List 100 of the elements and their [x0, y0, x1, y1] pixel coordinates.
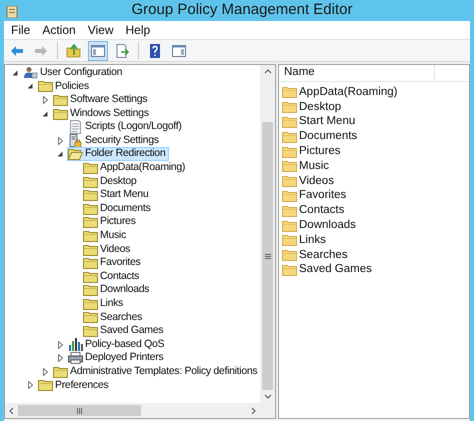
folder-icon: [83, 189, 98, 202]
folder-icon: [282, 160, 297, 172]
collapsed-icon[interactable]: [28, 381, 32, 390]
list-item[interactable]: Videos: [282, 172, 334, 190]
grip-icon: [264, 254, 270, 258]
list-item[interactable]: Pictures: [282, 142, 341, 160]
list-item[interactable]: Contacts: [282, 202, 344, 220]
tree-item[interactable]: Windows Settings: [52, 106, 153, 121]
help-icon: [147, 42, 163, 58]
tree-item[interactable]: Deployed Printers: [67, 351, 168, 366]
tree-item[interactable]: Scripts (Logon/Logoff): [67, 120, 186, 134]
menu-item[interactable]: Action: [37, 21, 81, 39]
list-item[interactable]: Music: [282, 158, 330, 176]
tree-item[interactable]: Searches: [82, 310, 146, 324]
list-item[interactable]: AppData(Roaming): [282, 84, 398, 102]
folder-icon: [83, 162, 98, 174]
script-icon: [69, 120, 82, 134]
folder-icon: [282, 86, 297, 98]
scroll-left-icon[interactable]: [9, 406, 14, 414]
collapsed-icon[interactable]: [42, 368, 48, 376]
folder-icon: [282, 175, 297, 188]
scroll-right-icon[interactable]: [251, 406, 256, 414]
tree-item[interactable]: AppData(Roaming): [82, 160, 190, 175]
tree-item[interactable]: Preferences: [37, 378, 112, 392]
tree-item[interactable]: Start Menu: [82, 188, 152, 202]
scroll-down-icon[interactable]: [264, 394, 272, 399]
list-item[interactable]: Start Menu: [282, 113, 356, 131]
users-icon: [23, 66, 38, 80]
tree-item[interactable]: Administrative Templates: Policy definitions: [52, 364, 260, 379]
folder-icon: [38, 379, 53, 392]
pane-toggle-icon: [90, 42, 106, 58]
folder-icon: [282, 116, 297, 128]
tree-item[interactable]: Pictures: [82, 215, 140, 230]
folder-icon: [53, 108, 68, 120]
toolbar-button[interactable]: [88, 40, 108, 60]
expanded-icon[interactable]: [12, 70, 18, 76]
list-item[interactable]: Links: [282, 232, 326, 249]
tree-item[interactable]: Software Settings: [52, 92, 152, 107]
tree-item[interactable]: Music: [82, 228, 130, 243]
folder-icon: [83, 216, 98, 228]
list-item[interactable]: Searches: [282, 246, 348, 264]
collapsed-icon[interactable]: [58, 136, 62, 145]
list-item[interactable]: Desktop: [282, 98, 342, 116]
menu-item[interactable]: Help: [120, 21, 156, 39]
scroll-thumb[interactable]: [262, 122, 273, 390]
folder-icon: [38, 80, 53, 92]
collapsed-icon[interactable]: [42, 96, 48, 104]
tree-item[interactable]: Links: [82, 296, 128, 311]
column-header[interactable]: Name: [279, 65, 435, 81]
folder-icon: [83, 244, 98, 256]
expanded-icon[interactable]: [42, 110, 48, 117]
tree-item[interactable]: Policy-based QoS: [67, 338, 168, 352]
app-icon: [6, 6, 18, 18]
tree-item[interactable]: Documents: [82, 202, 154, 216]
folder-icon: [282, 220, 297, 232]
folder-icon: [282, 264, 297, 276]
folder-icon: [282, 249, 297, 262]
folder-icon: [282, 130, 297, 143]
scroll-up-icon[interactable]: [264, 69, 272, 74]
expanded-icon[interactable]: [57, 151, 63, 158]
menu-item[interactable]: File: [6, 21, 36, 39]
open-folder-icon: [68, 148, 83, 160]
folder-icon: [83, 270, 98, 283]
folder-icon: [83, 311, 98, 324]
folder-icon: [83, 176, 98, 188]
tree-item[interactable]: Desktop: [82, 174, 140, 189]
folder-icon: [53, 366, 68, 378]
tree-item[interactable]: Folder Redirection: [67, 147, 170, 162]
menu-item[interactable]: View: [82, 21, 118, 39]
folder-icon: [83, 202, 98, 215]
tree-item[interactable]: Saved Games: [82, 324, 168, 338]
folder-icon: [282, 190, 297, 202]
list-item[interactable]: Downloads: [282, 216, 356, 234]
folder-icon: [282, 234, 297, 246]
expanded-icon[interactable]: [27, 83, 33, 90]
folder-icon: [83, 284, 98, 296]
list-item[interactable]: Favorites: [282, 187, 346, 205]
folder-icon: [83, 257, 98, 270]
security-icon: [69, 134, 82, 148]
vertical-scrollbar[interactable]: [260, 65, 275, 403]
tree-item[interactable]: Security Settings: [67, 134, 163, 148]
tree-item[interactable]: Policies: [37, 79, 93, 94]
scroll-thumb[interactable]: [18, 405, 141, 416]
tree-item[interactable]: Favorites: [82, 256, 144, 270]
collapsed-icon[interactable]: [58, 340, 62, 349]
folder-icon: [83, 325, 98, 338]
tree-item[interactable]: User Configuration: [22, 66, 126, 80]
tree-item[interactable]: Contacts: [82, 270, 144, 284]
grip-icon: [77, 408, 82, 414]
folder-icon: [282, 101, 297, 114]
tree-item[interactable]: Videos: [82, 242, 134, 257]
folder-up-icon: [66, 42, 82, 58]
folder-icon: [282, 204, 297, 217]
collapsed-icon[interactable]: [58, 354, 62, 362]
window-title: Group Policy Management Editor: [132, 1, 352, 18]
list-item[interactable]: Documents: [282, 128, 358, 146]
tree-item[interactable]: Downloads: [82, 283, 154, 298]
printer-icon: [68, 352, 83, 364]
export-list-icon: [114, 42, 130, 58]
list-item[interactable]: Saved Games: [282, 261, 372, 279]
